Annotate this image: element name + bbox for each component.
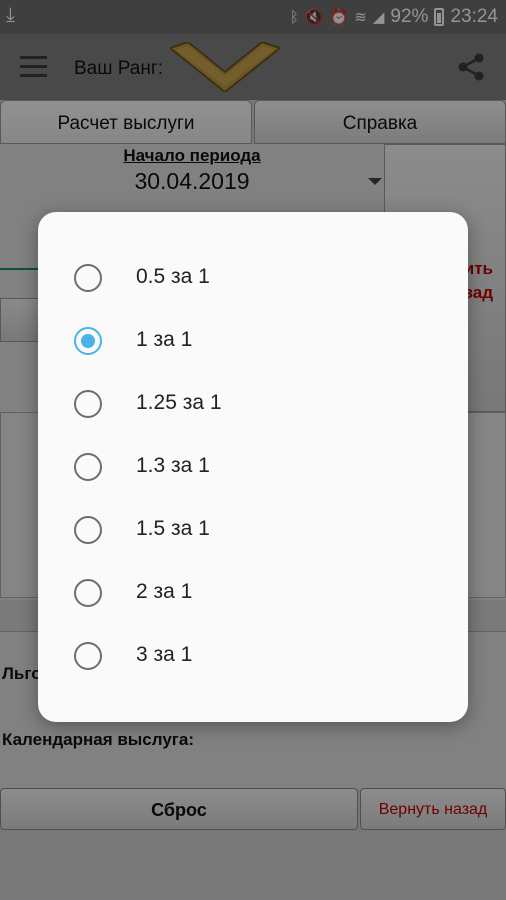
option-label: 1.5 за 1 (136, 517, 210, 540)
radio-button[interactable] (74, 453, 102, 481)
option-label: 0.5 за 1 (136, 265, 210, 288)
option-1[interactable]: 1 за 1 (38, 309, 468, 372)
coefficient-dialog: 0.5 за 1 1 за 1 1.25 за 1 1.3 за 1 1.5 з… (38, 212, 468, 722)
radio-button[interactable] (74, 579, 102, 607)
radio-button[interactable] (74, 264, 102, 292)
option-1-5[interactable]: 1.5 за 1 (38, 498, 468, 561)
option-label: 1.25 за 1 (136, 391, 222, 414)
radio-button[interactable] (74, 516, 102, 544)
option-3[interactable]: 3 за 1 (38, 624, 468, 687)
option-0-5[interactable]: 0.5 за 1 (38, 246, 468, 309)
option-2[interactable]: 2 за 1 (38, 561, 468, 624)
option-label: 3 за 1 (136, 643, 193, 666)
option-label: 1 за 1 (136, 328, 193, 351)
radio-button[interactable] (74, 642, 102, 670)
option-label: 1.3 за 1 (136, 454, 210, 477)
option-1-25[interactable]: 1.25 за 1 (38, 372, 468, 435)
radio-button-selected[interactable] (74, 327, 102, 355)
option-label: 2 за 1 (136, 580, 193, 603)
option-1-3[interactable]: 1.3 за 1 (38, 435, 468, 498)
radio-button[interactable] (74, 390, 102, 418)
